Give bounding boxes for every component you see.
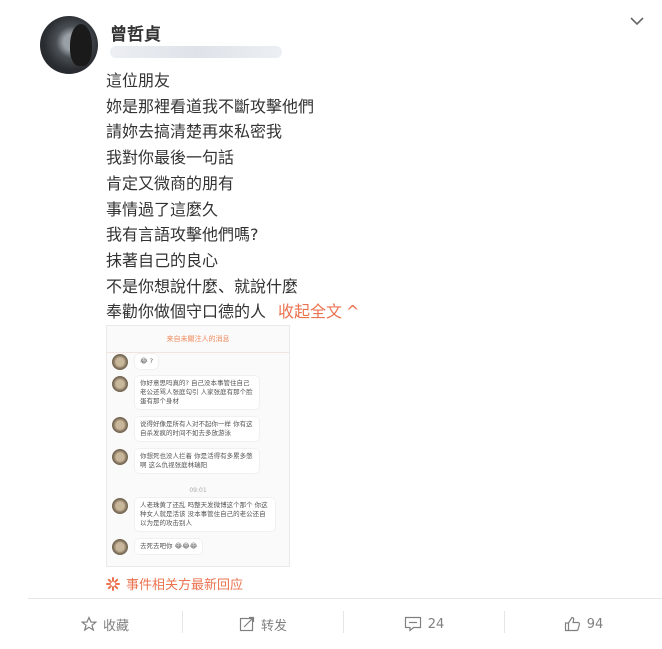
user-avatar[interactable] [40, 16, 98, 74]
like-count: 94 [586, 616, 604, 632]
favorite-label: 收藏 [102, 618, 129, 634]
post-meta-blurred [110, 46, 282, 58]
post-line-last: 奉勸你做個守口德的人 收起全文 ^ [106, 299, 359, 325]
chat-bubble: 人老珠黄了还乱 吗整天发微博这个那个 你这种女人就是活该 没本事管住自己的老公还… [135, 498, 275, 531]
post-line: 我有言語攻擊他們嗎? [106, 225, 259, 245]
comment-count: 24 [427, 616, 445, 632]
chevron-down-icon[interactable] [628, 14, 646, 28]
chat-bubble: 😂 ? [135, 354, 159, 369]
comment-button[interactable]: 24 [344, 599, 504, 649]
repost-label: 转发 [260, 618, 287, 634]
favorite-button[interactable]: 收藏 [28, 599, 182, 649]
chat-bubble: 你想死也没人拦着 你是活得有多累多憋啊 这么仇视张庭林瑞阳 [135, 449, 259, 473]
sender-avatar [112, 376, 128, 392]
shot-header: 来自未關注人的消息 [107, 326, 289, 353]
post-line: 不是你想說什麼、就說什麼 [106, 276, 299, 296]
repost-icon [239, 616, 255, 632]
star-icon [80, 616, 97, 632]
post-text: 這位朋友 妳是那裡看道我不斷攻擊他們 請妳去搞清楚再來私密我 我對你最後一句話 … [106, 68, 359, 325]
post-line: 肯定又微商的朋有 [106, 173, 235, 193]
username[interactable]: 曾哲貞 [110, 20, 161, 45]
related-response-link[interactable]: 事件相关方最新回应 [106, 574, 243, 593]
post-line: 請妳去搞清楚再來私密我 [106, 122, 283, 142]
like-button[interactable]: 94 [505, 599, 662, 649]
collapse-button[interactable]: 收起全文 ^ [278, 302, 359, 321]
chat-message: 去死去吧你 😂😂😂 [112, 539, 203, 555]
collapse-label: 收起全文 [278, 302, 343, 322]
related-label: 事件相关方最新回应 [126, 578, 244, 593]
chat-message: 说得好像是所有人对不起你一样 你有这自杀发疯的时间不如去多放游泳 [112, 417, 259, 441]
chat-bubble: 去死去吧你 😂😂😂 [135, 539, 203, 554]
post-line: 事情過了這麼久 [106, 199, 219, 219]
chat-bubble: 说得好像是所有人对不起你一样 你有这自杀发疯的时间不如去多放游泳 [135, 417, 259, 441]
sender-avatar [112, 498, 128, 514]
sender-avatar [112, 417, 128, 433]
chat-bubble: 你好意思吗真的? 自己没本事管住自己老公还骂人张庭勾引 人家张庭有那个脸蛋有那个… [135, 376, 259, 409]
post-line: 妳是那裡看道我不斷攻擊他們 [106, 96, 315, 116]
sender-avatar [112, 539, 128, 555]
post-line: 這位朋友 [106, 71, 171, 90]
chat-message: 你想死也没人拦着 你是活得有多累多憋啊 这么仇视张庭林瑞阳 [112, 449, 259, 473]
chat-message: 😂 ? [112, 354, 159, 370]
comment-icon [404, 616, 421, 632]
post-line: 奉勸你做個守口德的人 [106, 302, 267, 322]
chevron-up-icon: ^ [346, 302, 360, 322]
thumbs-up-icon [564, 616, 580, 632]
chat-timestamp: 09:01 [189, 487, 207, 494]
post-line: 我對你最後一句話 [106, 148, 235, 168]
repost-button[interactable]: 转发 [183, 599, 343, 649]
sender-avatar [112, 354, 128, 370]
chat-message: 你好意思吗真的? 自己没本事管住自己老公还骂人张庭勾引 人家张庭有那个脸蛋有那个… [112, 376, 259, 409]
burst-icon [106, 576, 120, 591]
sender-avatar [112, 449, 128, 465]
chat-message: 人老珠黄了还乱 吗整天发微博这个那个 你这种女人就是活该 没本事管住自己的老公还… [112, 498, 275, 531]
action-bar: 收藏 转发 24 94 [0, 599, 662, 649]
post-line: 抹著自己的良心 [106, 250, 219, 270]
attached-image[interactable]: 来自未關注人的消息 😂 ? 你好意思吗真的? 自己没本事管住自己老公还骂人张庭勾… [106, 325, 290, 567]
